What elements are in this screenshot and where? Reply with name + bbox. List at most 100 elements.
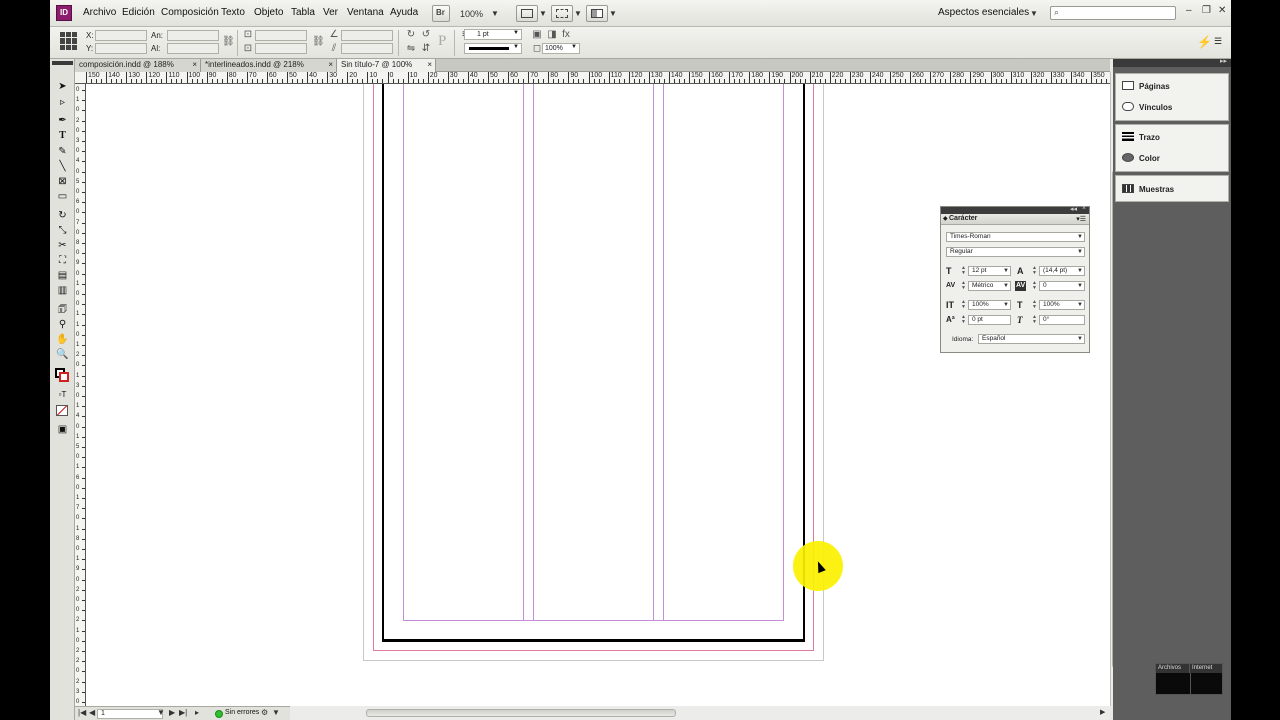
y-field[interactable] [95, 43, 147, 54]
leading-field[interactable]: (14,4 pt) ▼ [1039, 266, 1085, 276]
opacity-field[interactable]: 100% ▼ [542, 43, 580, 54]
dock-item-color[interactable]: Color [1122, 153, 1160, 163]
font-family-dropdown-icon[interactable]: ▼ [1077, 233, 1083, 241]
arrange-documents-button[interactable] [586, 5, 608, 22]
rotate-cw-icon[interactable]: ↻ [405, 29, 417, 41]
panel-tab-bar[interactable]: ◆ Carácter ▾☰ [941, 214, 1089, 225]
overlay-tab-internet[interactable]: Internet [1190, 664, 1223, 673]
rotate-tool-icon[interactable]: ↻ [54, 209, 71, 223]
tab-close-icon[interactable]: × [427, 59, 432, 71]
pen-tool-icon[interactable]: ✒ [54, 114, 71, 128]
tab-sin-titulo-7[interactable]: Sin título-7 @ 100% × [337, 59, 436, 72]
panel-toggle-icon[interactable]: ◆ [943, 215, 948, 222]
hand-tool-icon[interactable]: ✋ [54, 333, 71, 347]
rectangle-tool-icon[interactable]: ▭ [54, 190, 71, 204]
dock-item-vinculos[interactable]: Vínculos [1122, 102, 1172, 112]
stroke-weight-field[interactable]: 1 pt ▼ [464, 29, 522, 40]
flip-horizontal-icon[interactable]: ⇋ [405, 43, 417, 55]
zoom-level[interactable]: 100% [460, 9, 483, 19]
screen-mode-dropdown-icon[interactable]: ▼ [574, 9, 582, 18]
dock-header[interactable]: ▸▸ [1113, 57, 1231, 67]
close-icon[interactable]: ✕ [1218, 5, 1226, 16]
next-page-icon[interactable]: ▶ [169, 708, 175, 717]
screen-mode-button[interactable] [551, 5, 573, 22]
free-transform-tool-icon[interactable]: ⛶ [54, 254, 71, 268]
direct-selection-tool-icon[interactable]: ▹ [54, 96, 71, 110]
skew-field[interactable]: 0° [1039, 315, 1085, 325]
page-number-field[interactable]: 1 [97, 709, 163, 719]
font-style-select[interactable]: Regular ▼ [946, 247, 1085, 257]
menu-archivo[interactable]: Archivo [83, 7, 116, 18]
page-boundary[interactable] [382, 84, 805, 642]
scroll-right-icon[interactable]: ▶ [1100, 708, 1105, 716]
selection-tool-icon[interactable]: ➤ [54, 80, 71, 94]
menu-composicion[interactable]: Composición [161, 7, 219, 18]
preflight-status-label[interactable]: Sin errores [225, 709, 259, 716]
arrange-dropdown-icon[interactable]: ▼ [609, 9, 617, 18]
rectangle-frame-tool-icon[interactable]: ⊠ [54, 175, 71, 189]
stroke-swatch-icon[interactable] [59, 372, 69, 382]
font-family-select[interactable]: Times-Roman ▼ [946, 232, 1085, 242]
bridge-button[interactable]: Br [432, 5, 450, 22]
view-options-dropdown-icon[interactable]: ▼ [539, 9, 547, 18]
panel-menu-icon[interactable]: ☰ [1214, 36, 1222, 47]
panel-title[interactable]: Carácter [949, 215, 977, 222]
leading-stepper-icon[interactable]: ▲ ▼ [1032, 266, 1037, 276]
x-field[interactable] [95, 30, 147, 41]
last-page-icon[interactable]: ▶| [179, 708, 187, 717]
collapse-panel-icon[interactable]: ◂◂ [1070, 205, 1077, 213]
rotate-field[interactable] [341, 30, 393, 41]
stroke-weight-dropdown-icon[interactable]: ▼ [513, 30, 519, 36]
constrain-scale-icon[interactable]: ⛓ [312, 36, 325, 48]
menu-ventana[interactable]: Ventana [347, 7, 384, 18]
kerning-field[interactable]: Métrico ▼ [968, 281, 1011, 291]
dock-item-trazo[interactable]: Trazo [1122, 132, 1160, 142]
font-size-dropdown-icon[interactable]: ▼ [1003, 267, 1009, 275]
shear-field[interactable] [341, 43, 393, 54]
effects-icon[interactable]: fx [560, 29, 572, 41]
menu-texto[interactable]: Texto [221, 7, 245, 18]
vertical-scale-stepper-icon[interactable]: ▲ ▼ [961, 300, 966, 310]
workspace-switcher[interactable]: Aspectos esenciales [938, 7, 1029, 18]
horizontal-ruler[interactable]: 150 140 130 120 110 100 90 80 70 60 50 40 30 20 10 0 10 2… [75, 72, 1110, 84]
document-canvas[interactable] [86, 84, 1110, 706]
language-dropdown-icon[interactable]: ▼ [1077, 335, 1083, 343]
scale-x-field[interactable] [255, 30, 307, 41]
dock-item-muestras[interactable]: Muestras [1122, 184, 1174, 194]
flip-vertical-icon[interactable]: ⇵ [420, 43, 432, 55]
tracking-dropdown-icon[interactable]: ▼ [1077, 282, 1083, 290]
rotate-ccw-icon[interactable]: ↺ [420, 29, 432, 41]
panel-menu-icon[interactable]: ▾☰ [1076, 215, 1086, 223]
menu-edicion[interactable]: Edición [122, 7, 155, 18]
scale-y-field[interactable] [255, 43, 307, 54]
vertical-scale-field[interactable]: 100% ▼ [968, 300, 1011, 310]
opacity-dropdown-icon[interactable]: ▼ [571, 44, 577, 50]
search-input[interactable]: ⌕ [1050, 6, 1176, 20]
language-select[interactable]: Español ▼ [978, 334, 1085, 344]
minimize-icon[interactable]: – [1186, 5, 1192, 16]
height-field[interactable] [167, 43, 219, 54]
formatting-affects-text-icon[interactable]: ▫T [54, 388, 71, 402]
kerning-dropdown-icon[interactable]: ▼ [1003, 282, 1009, 290]
reference-point-icon[interactable] [60, 32, 78, 50]
collapse-dock-icon[interactable]: ▸▸ [1220, 57, 1227, 65]
zoom-tool-icon[interactable]: 🔍 [54, 348, 71, 362]
horizontal-scale-field[interactable]: 100% ▼ [1039, 300, 1085, 310]
skew-stepper-icon[interactable]: ▲ ▼ [1032, 315, 1037, 325]
menu-ver[interactable]: Ver [323, 7, 338, 18]
eyedropper-tool-icon[interactable]: ⚲ [54, 318, 71, 332]
menu-ayuda[interactable]: Ayuda [390, 7, 418, 18]
zoom-dropdown-icon[interactable]: ▼ [491, 9, 499, 18]
overlay-tab-archivos[interactable]: Archivos [1156, 664, 1190, 673]
preflight-status-icon[interactable] [215, 710, 223, 718]
screen-mode-icon[interactable]: ▣ [54, 423, 71, 437]
page-dropdown-icon[interactable]: ▼ [157, 708, 165, 717]
leading-dropdown-icon[interactable]: ▼ [1077, 267, 1083, 275]
font-size-field[interactable]: 12 pt ▼ [968, 266, 1011, 276]
kerning-stepper-icon[interactable]: ▲ ▼ [961, 281, 966, 291]
preflight-dropdown-icon[interactable]: ▼ [272, 708, 280, 717]
scissors-tool-icon[interactable]: ✂ [54, 239, 71, 253]
tab-close-icon[interactable]: × [192, 59, 197, 71]
lightning-icon[interactable]: ⚡ [1197, 35, 1212, 49]
horizontal-scroll-thumb[interactable] [366, 709, 676, 717]
